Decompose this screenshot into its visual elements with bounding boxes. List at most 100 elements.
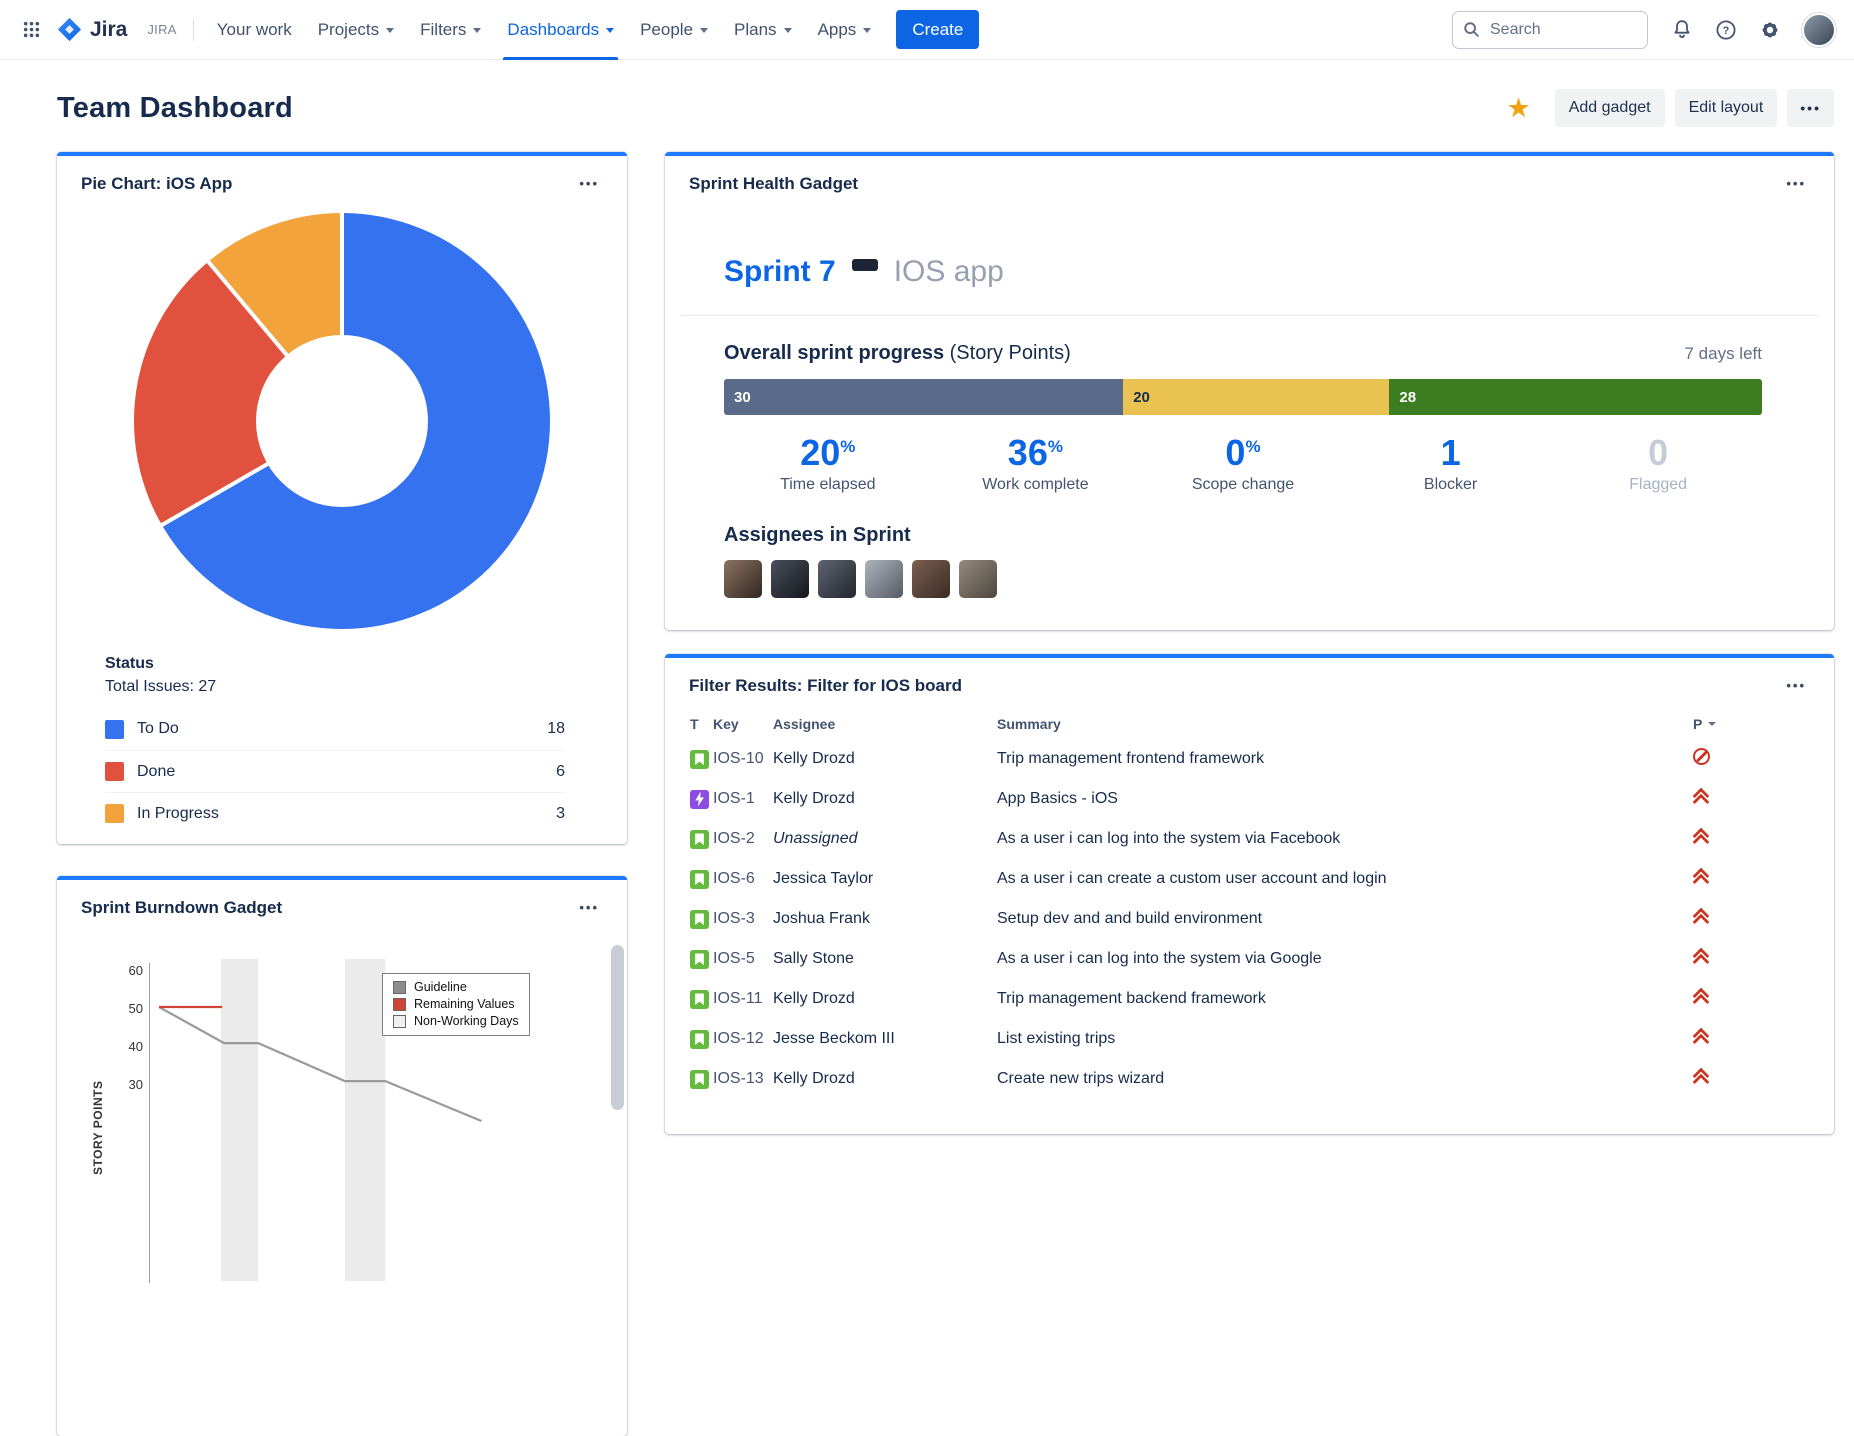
issue-key[interactable]: IOS-10 xyxy=(713,750,773,768)
search-input[interactable] xyxy=(1488,20,1620,40)
issue-assignee: Jessica Taylor xyxy=(773,870,997,888)
issue-key[interactable]: IOS-5 xyxy=(713,950,773,968)
page-title: Team Dashboard xyxy=(57,92,293,125)
sprint-burndown-gadget: Sprint Burndown Gadget ••• STORY POINTS … xyxy=(57,876,627,1436)
favorite-star-icon[interactable]: ★ xyxy=(1500,94,1536,123)
nav-item-dashboards[interactable]: Dashboards xyxy=(494,0,627,60)
gadget-more-icon[interactable]: ••• xyxy=(1780,172,1812,195)
progress-segment: 28 xyxy=(1389,379,1762,415)
progress-heading: Overall sprint progress (Story Points) xyxy=(724,342,1071,365)
story-icon xyxy=(690,870,709,889)
priority-cell xyxy=(1685,948,1814,970)
priority-cell xyxy=(1685,788,1814,810)
col-key[interactable]: Key xyxy=(713,716,773,732)
priority-cell xyxy=(1685,1068,1814,1090)
create-button[interactable]: Create xyxy=(896,10,979,49)
app-switcher-icon[interactable] xyxy=(12,11,50,49)
issue-key[interactable]: IOS-13 xyxy=(713,1070,773,1088)
board-name: IOS app xyxy=(894,255,1004,289)
chevron-down-icon xyxy=(606,28,614,33)
burndown-legend: Guideline Remaining Values Non-Working D… xyxy=(382,973,530,1036)
settings-gear-icon[interactable] xyxy=(1750,10,1790,50)
table-row[interactable]: IOS-10 Kelly Drozd Trip management front… xyxy=(690,739,1814,779)
legend-item: Done 6 xyxy=(105,750,565,792)
issue-assignee: Unassigned xyxy=(773,830,997,848)
assignee-avatar[interactable] xyxy=(912,560,950,598)
legend-heading: Status xyxy=(105,655,565,673)
col-summary[interactable]: Summary xyxy=(997,716,1685,732)
stat-scope-change: 0% Scope change xyxy=(1139,433,1347,494)
nav-item-projects[interactable]: Projects xyxy=(305,0,407,60)
issue-key[interactable]: IOS-12 xyxy=(713,1030,773,1048)
story-icon xyxy=(690,830,709,849)
days-left: 7 days left xyxy=(1685,344,1763,364)
issue-key[interactable]: IOS-3 xyxy=(713,910,773,928)
chevron-down-icon xyxy=(386,28,394,33)
dashboard-more-icon[interactable]: ••• xyxy=(1787,89,1834,127)
nav-item-plans[interactable]: Plans xyxy=(721,0,805,60)
stat-flagged: 0 Flagged xyxy=(1554,433,1762,494)
user-avatar[interactable] xyxy=(1802,13,1836,47)
issue-summary: Setup dev and and build environment xyxy=(997,910,1685,928)
progress-segment: 30 xyxy=(724,379,1123,415)
site-label: JIRA xyxy=(147,22,176,37)
chevron-down-icon xyxy=(863,28,871,33)
priority-cell xyxy=(1685,908,1814,930)
priority-highest-icon xyxy=(1693,1068,1708,1085)
sprint-name[interactable]: Sprint 7 xyxy=(724,255,836,289)
gadget-more-icon[interactable]: ••• xyxy=(1780,674,1812,697)
table-row[interactable]: IOS-12 Jesse Beckom III List existing tr… xyxy=(690,1019,1814,1059)
assignee-avatar[interactable] xyxy=(959,560,997,598)
jira-logo[interactable]: Jira xyxy=(56,16,127,43)
legend-swatch xyxy=(105,804,124,823)
legend-swatch xyxy=(105,762,124,781)
issue-key[interactable]: IOS-2 xyxy=(713,830,773,848)
gadget-more-icon[interactable]: ••• xyxy=(573,896,605,919)
edit-layout-button[interactable]: Edit layout xyxy=(1675,89,1778,127)
search-box[interactable] xyxy=(1452,11,1648,49)
assignee-avatar[interactable] xyxy=(771,560,809,598)
assignee-avatar[interactable] xyxy=(724,560,762,598)
dashboard-page: Team Dashboard ★ Add gadget Edit layout … xyxy=(0,88,1854,1436)
table-row[interactable]: IOS-3 Joshua Frank Setup dev and and bui… xyxy=(690,899,1814,939)
priority-highest-icon xyxy=(1693,868,1708,885)
gadget-more-icon[interactable]: ••• xyxy=(573,172,605,195)
issue-key[interactable]: IOS-11 xyxy=(713,990,773,1008)
gadget-scrollbar[interactable] xyxy=(611,945,624,1110)
legend-swatch xyxy=(105,720,124,739)
sprint-state-icon xyxy=(852,259,878,271)
help-icon[interactable]: ? xyxy=(1706,10,1746,50)
nav-right-cluster: ? xyxy=(1452,10,1836,50)
assignee-avatar[interactable] xyxy=(818,560,856,598)
pie-donut[interactable] xyxy=(134,213,550,629)
table-row[interactable]: IOS-2 Unassigned As a user i can log int… xyxy=(690,819,1814,859)
issue-key[interactable]: IOS-1 xyxy=(713,790,773,808)
nav-item-your-work[interactable]: Your work xyxy=(204,0,305,60)
add-gadget-button[interactable]: Add gadget xyxy=(1555,89,1665,127)
legend-swatch xyxy=(393,981,406,994)
dashboard-columns: Pie Chart: iOS App ••• Status Total Issu… xyxy=(57,152,1834,1436)
col-priority[interactable]: P xyxy=(1685,716,1814,732)
nav-item-people[interactable]: People xyxy=(627,0,721,60)
issue-key[interactable]: IOS-6 xyxy=(713,870,773,888)
table-row[interactable]: IOS-11 Kelly Drozd Trip management backe… xyxy=(690,979,1814,1019)
nav-item-apps[interactable]: Apps xyxy=(805,0,885,60)
story-icon xyxy=(690,1070,709,1089)
product-name: Jira xyxy=(90,18,127,42)
table-row[interactable]: IOS-1 Kelly Drozd App Basics - iOS xyxy=(690,779,1814,819)
burndown-chart: STORY POINTS 60 50 40 30 Guideline xyxy=(57,933,627,1403)
chevron-down-icon xyxy=(700,28,708,33)
filter-results-gadget: Filter Results: Filter for IOS board •••… xyxy=(665,654,1834,1134)
notifications-icon[interactable] xyxy=(1662,10,1702,50)
col-assignee[interactable]: Assignee xyxy=(773,716,997,732)
nav-item-filters[interactable]: Filters xyxy=(407,0,494,60)
table-row[interactable]: IOS-6 Jessica Taylor As a user i can cre… xyxy=(690,859,1814,899)
table-row[interactable]: IOS-13 Kelly Drozd Create new trips wiza… xyxy=(690,1059,1814,1099)
assignees-heading: Assignees in Sprint xyxy=(665,524,1834,547)
issue-assignee: Sally Stone xyxy=(773,950,997,968)
table-row[interactable]: IOS-5 Sally Stone As a user i can log in… xyxy=(690,939,1814,979)
assignee-avatar[interactable] xyxy=(865,560,903,598)
col-type[interactable]: T xyxy=(690,716,713,732)
priority-highest-icon xyxy=(1693,828,1708,845)
priority-highest-icon xyxy=(1693,908,1708,925)
